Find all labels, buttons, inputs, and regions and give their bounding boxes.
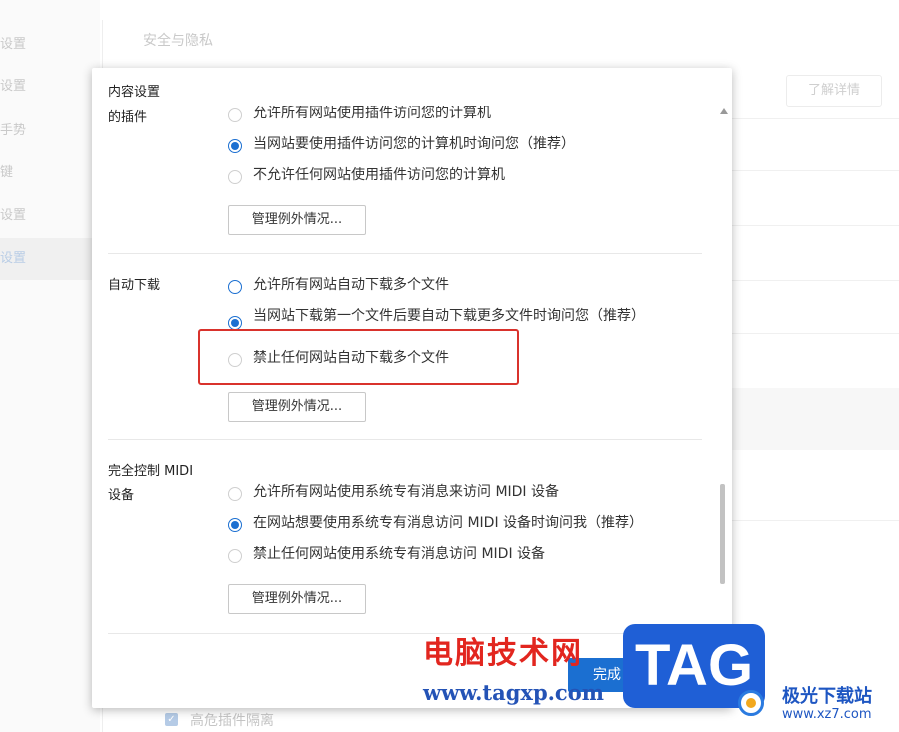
midi-manage-exceptions-button[interactable]: 管理例外情况... [228, 584, 366, 614]
radio-button[interactable] [228, 170, 242, 184]
watermark-site-url: www.tagxp.com [423, 680, 604, 705]
isolation-checkbox-label: 高危插件隔离 [190, 713, 274, 729]
radio-button[interactable] [228, 549, 242, 563]
isolation-checkbox[interactable]: ✓ [165, 713, 178, 726]
row-divider [730, 225, 899, 226]
sidebar-item-tab-settings[interactable]: 签设置 [0, 66, 100, 108]
radio-button[interactable] [228, 487, 242, 501]
watermark-site2-name: 极光下载站 [782, 686, 872, 707]
sidebar-item-view-settings[interactable]: 规设置 [0, 24, 100, 66]
learn-more-button[interactable]: 了解详情 [786, 75, 882, 107]
scroll-up-arrow-icon[interactable] [720, 108, 728, 114]
radio-button[interactable] [228, 518, 242, 532]
plugins-option-allow[interactable]: 允许所有网站使用插件访问您的计算机 [228, 106, 708, 128]
sidebar-item-shortcuts[interactable]: 捷键 [0, 152, 100, 194]
watermark-site2-url: www.xz7.com [782, 707, 872, 722]
plugins-option-ask[interactable]: 当网站要使用插件访问您的计算机时询问您（推荐） [228, 135, 708, 159]
sidebar-item-password[interactable]: 码 [0, 282, 100, 324]
midi-section-label: 完全控制 MIDI [108, 464, 194, 479]
radio-button[interactable] [228, 280, 242, 294]
sidebar-item-advanced-settings[interactable]: 级设置 [0, 195, 100, 237]
row-divider [730, 170, 899, 171]
plugins-option-block[interactable]: 不允许任何网站使用插件访问您的计算机 [228, 166, 708, 190]
section-title: 安全与隐私 [143, 33, 213, 49]
radio-button[interactable] [228, 108, 242, 122]
scrollbar-thumb[interactable] [720, 484, 725, 584]
section-divider [108, 253, 702, 254]
watermark-site-name: 电脑技术网 [423, 636, 583, 671]
highlight-annotation-box [198, 329, 519, 385]
plugins-manage-exceptions-button[interactable]: 管理例外情况... [228, 205, 366, 235]
row-divider [730, 118, 899, 119]
sidebar: 规设置 签设置 标手势 捷键 级设置 全设置 码 [0, 0, 100, 732]
row-divider [730, 520, 899, 521]
row-divider [730, 280, 899, 281]
midi-option-allow[interactable]: 允许所有网站使用系统专有消息来访问 MIDI 设备 [228, 483, 708, 507]
sidebar-item-mouse-gestures[interactable]: 标手势 [0, 110, 100, 152]
dialog-title: 内容设置 [108, 85, 161, 100]
auto-download-section-label: 自动下载 [108, 278, 161, 293]
content-settings-dialog: 内容设置 的插件 允许所有网站使用插件访问您的计算机 当网站要使用插件访问您的计… [92, 68, 732, 708]
radio-button[interactable] [228, 139, 242, 153]
sidebar-item-security-settings[interactable]: 全设置 [0, 238, 100, 280]
midi-option-ask[interactable]: 在网站想要使用系统专有消息访问 MIDI 设备时询问我（推荐） [228, 514, 708, 538]
auto-download-manage-exceptions-button[interactable]: 管理例外情况... [228, 392, 366, 422]
radio-button[interactable] [228, 316, 242, 330]
midi-option-block[interactable]: 禁止任何网站使用系统专有消息访问 MIDI 设备 [228, 545, 708, 569]
section-divider [108, 439, 702, 440]
settings-band [730, 388, 899, 450]
midi-section-label-line2: 设备 [108, 488, 135, 503]
row-divider [730, 333, 899, 334]
plugins-section-label: 的插件 [108, 110, 148, 125]
watermark-globe-icon [738, 690, 764, 716]
scrollbar[interactable] [718, 106, 732, 633]
auto-download-option-allow[interactable]: 允许所有网站自动下载多个文件 [228, 276, 708, 300]
